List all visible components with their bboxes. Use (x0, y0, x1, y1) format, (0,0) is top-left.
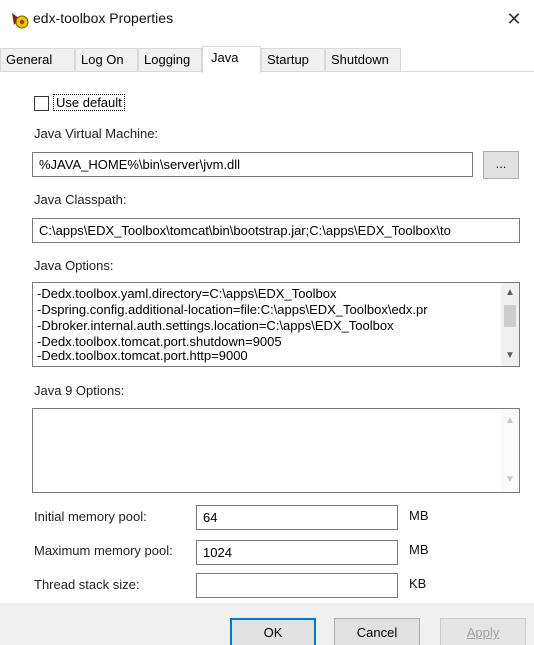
tab-label: Startup (267, 52, 309, 67)
title-bar: edx-toolbox Properties ✕ (0, 0, 534, 38)
max-memory-label: Maximum memory pool: (34, 543, 173, 558)
tab-strip: General Log On Logging Java Startup Shut… (0, 46, 534, 73)
option-line: -Dbroker.internal.auth.settings.location… (37, 318, 394, 333)
scroll-up-icon: ▲ (505, 415, 515, 426)
apply-button[interactable]: Apply (440, 618, 526, 645)
cancel-button[interactable]: Cancel (334, 618, 420, 645)
tab-startup[interactable]: Startup (261, 48, 325, 72)
ok-button[interactable]: OK (230, 618, 316, 645)
option-line: -Dspring.config.additional-location=file… (37, 302, 428, 317)
scroll-down-icon[interactable]: ▼ (501, 348, 519, 364)
java9-options-label: Java 9 Options: (34, 383, 125, 398)
cancel-label: Cancel (356, 625, 398, 640)
use-default-label[interactable]: Use default (53, 94, 125, 111)
initial-memory-unit: MB (409, 508, 429, 523)
thread-stack-label: Thread stack size: (34, 577, 140, 592)
tab-general[interactable]: General (0, 48, 75, 72)
close-icon: ✕ (506, 9, 522, 29)
ok-label: OK (263, 625, 283, 640)
tab-label: Log On (81, 52, 124, 67)
tab-label: General (6, 52, 53, 67)
java-options-label: Java Options: (34, 258, 114, 273)
tab-label: Java (211, 50, 239, 65)
scroll-thumb[interactable] (504, 305, 516, 327)
app-icon (12, 13, 29, 29)
thread-stack-unit: KB (409, 576, 427, 591)
tab-java[interactable]: Java (202, 46, 261, 73)
close-button[interactable]: ✕ (494, 0, 534, 38)
use-default-checkbox[interactable] (34, 96, 49, 111)
option-line: -Dedx.toolbox.tomcat.port.http=9000 (37, 348, 248, 363)
java-options-lines: -Dedx.toolbox.yaml.directory=C:\apps\EDX… (37, 286, 493, 364)
apply-label: Apply (466, 625, 500, 640)
window-title: edx-toolbox Properties (33, 10, 174, 26)
option-line: -Dedx.toolbox.yaml.directory=C:\apps\EDX… (37, 286, 337, 301)
tab-label: Logging (144, 52, 191, 67)
java-options-textarea[interactable]: -Dedx.toolbox.yaml.directory=C:\apps\EDX… (32, 282, 520, 367)
classpath-field[interactable]: C:\apps\EDX_Toolbox\tomcat\bin\bootstrap… (32, 218, 520, 243)
initial-memory-input[interactable]: 64 (196, 505, 398, 530)
tab-label: Shutdown (331, 52, 389, 67)
tab-logging[interactable]: Logging (138, 48, 202, 72)
max-memory-unit: MB (409, 542, 429, 557)
java-options-scrollbar[interactable]: ▲ ▼ (501, 283, 519, 366)
browse-jvm-button[interactable]: ... (483, 151, 519, 179)
scroll-down-icon: ▼ (505, 474, 515, 485)
tab-log-on[interactable]: Log On (75, 48, 138, 72)
thread-stack-input[interactable] (196, 573, 398, 598)
browse-label: ... (495, 156, 507, 171)
java9-options-textarea[interactable]: ▲ ▼ (32, 408, 520, 493)
max-memory-input[interactable]: 1024 (196, 540, 398, 565)
jvm-path-field[interactable]: %JAVA_HOME%\bin\server\jvm.dll (32, 152, 473, 177)
classpath-label: Java Classpath: (34, 192, 127, 207)
tab-shutdown[interactable]: Shutdown (325, 48, 401, 72)
initial-memory-label: Initial memory pool: (34, 509, 147, 524)
scroll-up-icon[interactable]: ▲ (501, 285, 519, 301)
java9-options-scrollbar: ▲ ▼ (501, 409, 519, 492)
jvm-label: Java Virtual Machine: (34, 126, 159, 141)
